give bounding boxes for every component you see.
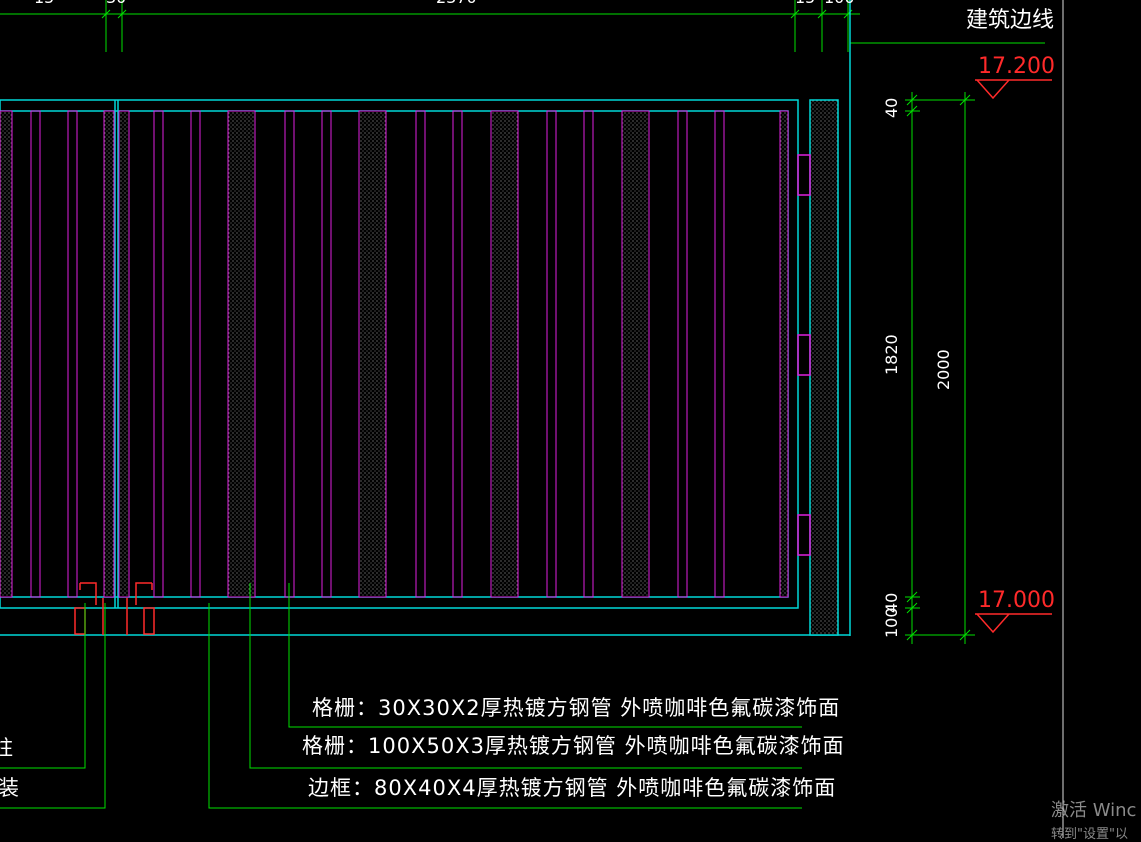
activation-watermark-line1: 激活 Winc (1051, 800, 1137, 821)
top-dim-5: 100 (824, 0, 855, 6)
left-partial-note-1: 柱 (0, 736, 14, 760)
elevation-markers (975, 79, 1052, 634)
activation-watermark-line2: 转到"设置"以 (1051, 827, 1128, 842)
left-partial-note-2: 装 (0, 776, 20, 800)
dim-total-height: 2000 (934, 349, 953, 390)
note-frame-80: 边框：80X40X4厚热镀方钢管 外喷咖啡色氟碳漆饰面 (308, 776, 837, 800)
side-post (809, 99, 839, 636)
hinge-tabs (797, 154, 811, 556)
building-line-label: 建筑边线 (966, 8, 1055, 33)
dim-top-margin: 40 (882, 97, 901, 118)
top-dim-2: 30 (106, 0, 126, 6)
top-dim-4: 15 (795, 0, 815, 6)
top-dim-1: 15 (34, 0, 54, 6)
top-dimension-line (0, 0, 860, 52)
elevation-bottom: 17.000 (978, 588, 1055, 613)
note-grille-100: 格栅：100X50X3厚热镀方钢管 外喷咖啡色氟碳漆饰面 (302, 734, 845, 758)
dim-base: 100 (882, 607, 901, 638)
note-grille-30: 格栅：30X30X2厚热镀方钢管 外喷咖啡色氟碳漆饰面 (312, 696, 841, 720)
dim-panel-height: 1820 (882, 334, 901, 375)
top-dim-3: 2370 (436, 0, 477, 6)
elevation-top: 17.200 (978, 54, 1055, 79)
